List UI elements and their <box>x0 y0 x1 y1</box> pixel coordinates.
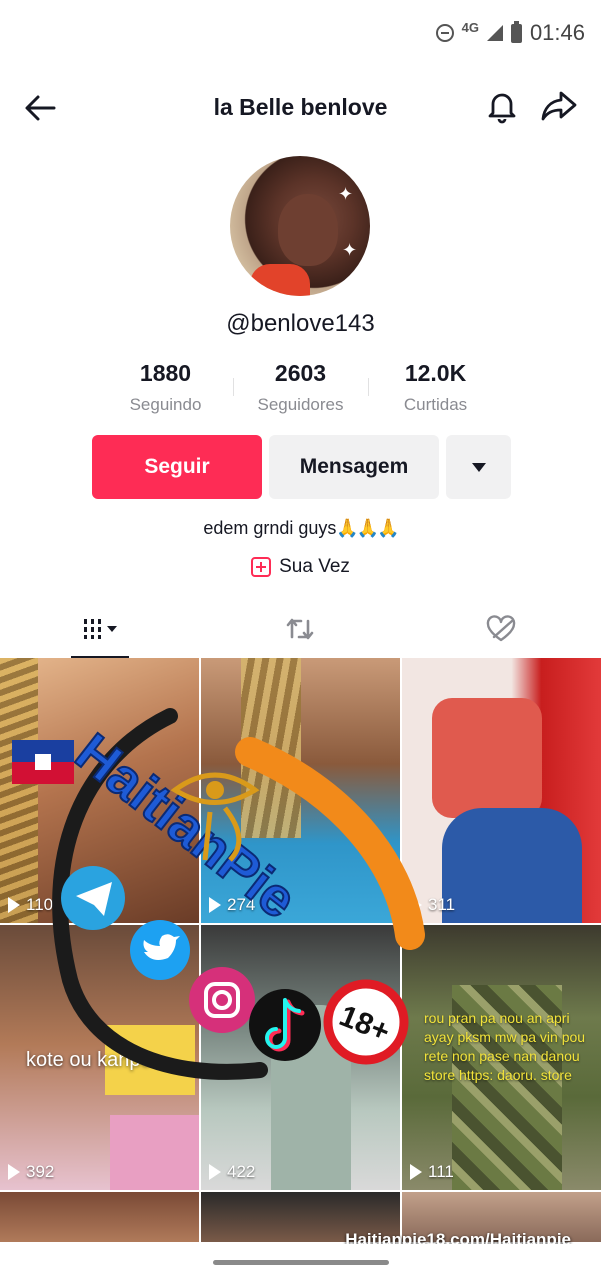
play-icon <box>8 1164 20 1180</box>
play-icon <box>209 1164 221 1180</box>
view-count: 111 <box>410 1162 454 1182</box>
video-grid: 110 274 311 kote ou kanpe 392 422 rou pr… <box>0 658 601 1244</box>
stat-value: 12.0K <box>404 360 467 386</box>
video-thumbnail[interactable]: kote ou kanpe 392 <box>0 925 199 1190</box>
tab-reposts[interactable] <box>200 600 400 658</box>
profile-actions: Seguir Mensagem <box>92 435 511 499</box>
clock: 01:46 <box>529 20 585 45</box>
avatar-face <box>278 194 338 266</box>
system-nav-bar <box>0 1244 601 1280</box>
stat-value: 1880 <box>139 360 192 386</box>
play-icon <box>410 897 422 913</box>
play-icon <box>209 897 221 913</box>
view-count-text: 111 <box>428 1162 454 1181</box>
sparkle-icon: ✦ <box>338 184 354 204</box>
view-count-text: 392 <box>26 1162 55 1181</box>
hidden-heart-icon <box>486 615 516 642</box>
view-count-text: 311 <box>428 895 456 914</box>
tab-videos[interactable] <box>0 600 200 658</box>
stat-value: 2603 <box>274 360 327 386</box>
braids-detail <box>241 658 301 838</box>
content-tabs <box>0 600 601 658</box>
video-thumbnail[interactable]: 422 <box>201 925 400 1190</box>
signal-icon <box>486 25 503 41</box>
view-count-text: 110 <box>26 895 54 914</box>
avatar-shirt <box>250 264 310 296</box>
jeans-detail <box>442 808 582 923</box>
battery-icon <box>510 20 522 43</box>
bio: edem grndi guys🙏🙏🙏 <box>0 518 601 539</box>
sparkle-icon: ✦ <box>342 240 358 260</box>
stat-label: Seguindo <box>129 395 202 414</box>
video-thumbnail[interactable] <box>0 1192 199 1242</box>
praying-hands-emoji: 🙏🙏🙏 <box>336 518 399 538</box>
stat-label: Seguidores <box>257 395 344 414</box>
message-button[interactable]: Mensagem <box>269 435 439 499</box>
play-icon <box>410 1164 422 1180</box>
view-count: 110 <box>8 895 53 915</box>
view-count-text: 274 <box>227 895 256 914</box>
link-label: Sua Vez <box>279 556 350 577</box>
view-count: 311 <box>410 895 455 915</box>
username-handle: @benlove143 <box>226 310 375 337</box>
do-not-disturb-icon <box>435 24 454 42</box>
status-icons: 4G 01:46 <box>435 19 585 46</box>
skirt-detail <box>110 1115 199 1190</box>
add-square-icon <box>251 557 272 577</box>
video-overlay-text: kote ou kanpe <box>26 1049 152 1071</box>
video-thumbnail[interactable]: 311 <box>402 658 601 923</box>
share-icon[interactable] <box>540 88 578 124</box>
video-thumbnail[interactable]: 274 <box>201 658 400 923</box>
tab-liked[interactable] <box>401 600 601 658</box>
caret-down-icon <box>471 462 486 472</box>
avatar[interactable]: ✦ ✦ <box>230 156 370 296</box>
repost-icon <box>287 618 314 640</box>
video-thumbnail[interactable]: 110 <box>0 658 199 923</box>
stat-following[interactable]: 1880 Seguindo <box>98 360 233 420</box>
play-icon <box>8 897 20 913</box>
top-detail <box>432 698 542 818</box>
status-bar: 4G 01:46 <box>0 0 601 70</box>
view-count: 422 <box>209 1162 255 1182</box>
profile-stats: 1880 Seguindo 2603 Seguidores 12.0K Curt… <box>98 360 503 420</box>
bio-text: edem grndi guys <box>203 518 337 538</box>
chevron-down-icon <box>106 626 117 632</box>
grid-icon <box>83 619 101 639</box>
stat-followers[interactable]: 2603 Seguidores <box>233 360 368 420</box>
view-count: 274 <box>209 895 255 915</box>
home-gesture-handle[interactable] <box>213 1260 389 1265</box>
outfit-detail <box>271 1005 351 1190</box>
view-count-text: 422 <box>227 1162 256 1181</box>
more-options-button[interactable] <box>446 435 511 499</box>
bell-icon[interactable] <box>484 88 520 124</box>
stat-likes[interactable]: 12.0K Curtidas <box>368 360 503 420</box>
video-thumbnail[interactable]: rou pran pa nou an apri ayay pksm mw pa … <box>402 925 601 1190</box>
profile-header: la Belle benlove <box>0 82 601 132</box>
braids-detail <box>0 658 38 923</box>
profile-link[interactable]: Sua Vez <box>0 556 601 578</box>
view-count: 392 <box>8 1162 54 1182</box>
network-type: 4G <box>461 19 479 35</box>
video-overlay-text: rou pran pa nou an apri ayay pksm mw pa … <box>424 1010 586 1083</box>
stat-label: Curtidas <box>403 395 468 414</box>
follow-button[interactable]: Seguir <box>92 435 262 499</box>
